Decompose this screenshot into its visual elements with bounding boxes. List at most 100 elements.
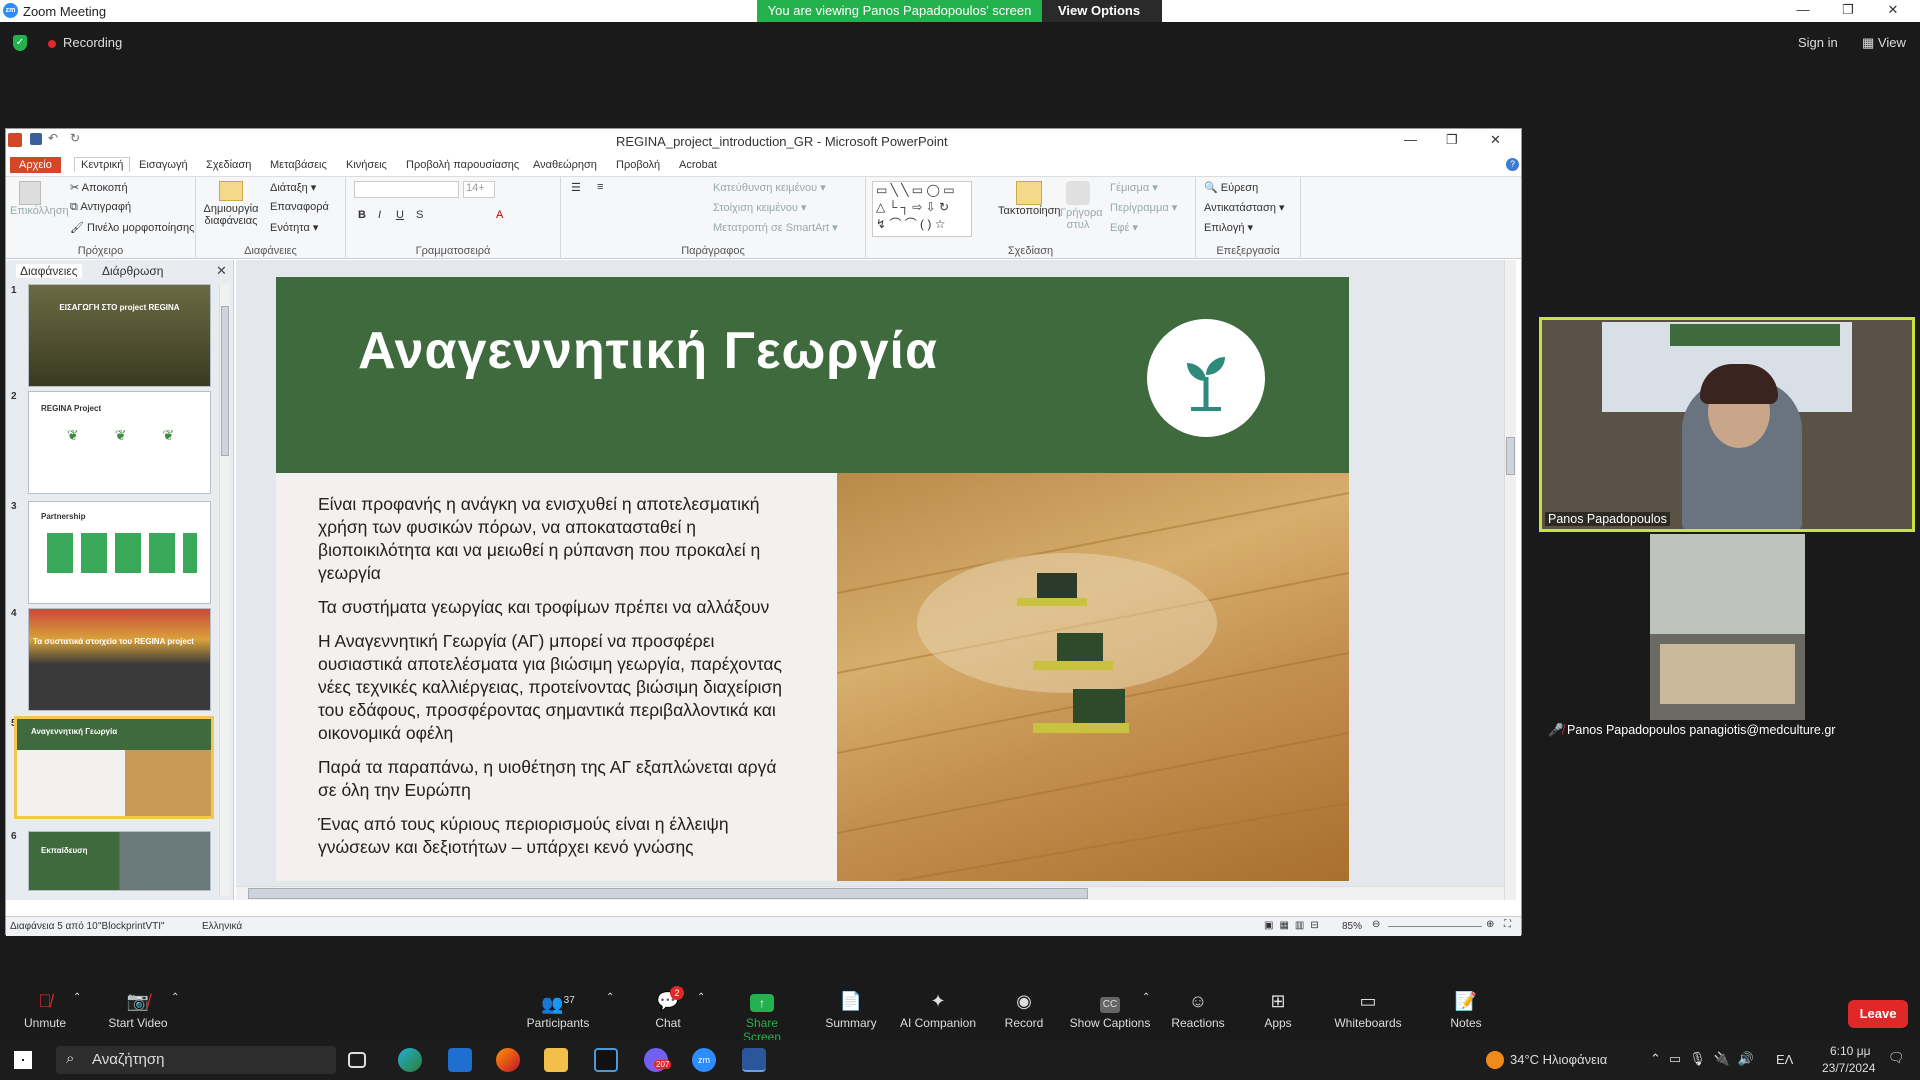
shapes-gallery[interactable]: ▭ ╲ ╲ ▭ ◯ ▭ △ └ ┐ ⇨ ⇩ ↻ ↯ ⌒ ⌒ ( ) ☆: [872, 181, 972, 237]
file-explorer-icon[interactable]: [544, 1048, 568, 1072]
apps-button[interactable]: ⊞ Apps: [1262, 990, 1294, 1030]
layout-button[interactable]: Διάταξη ▾: [270, 181, 316, 194]
shape-effects-button[interactable]: Εφέ ▾: [1110, 221, 1138, 234]
section-button[interactable]: Ενότητα ▾: [270, 221, 318, 234]
redo-icon[interactable]: ↻: [70, 131, 80, 145]
notification-icon[interactable]: 🗨: [1888, 1050, 1905, 1066]
start-video-button[interactable]: 📷̸ Start Video: [106, 990, 170, 1030]
unmute-button[interactable]: 🎙̸ Unmute: [20, 990, 70, 1030]
edge-browser-icon[interactable]: [398, 1048, 422, 1072]
tab-file[interactable]: Αρχείο: [10, 157, 61, 173]
slide-thumbnail-5[interactable]: Αναγεννητική Γεωργία: [14, 716, 214, 819]
font-color-button[interactable]: A: [496, 209, 503, 221]
current-slide[interactable]: Αναγεννητική Γεωργία Είναι προφανής η αν…: [276, 277, 1349, 881]
record-button[interactable]: ◉ Record: [1002, 990, 1046, 1030]
shape-fill-button[interactable]: Γέμισμα ▾: [1110, 181, 1158, 194]
summary-button[interactable]: 📄 Summary: [822, 990, 880, 1030]
view-buttons[interactable]: ▣▦▥⊟: [1264, 920, 1325, 931]
captions-options-caret[interactable]: ⌃: [1142, 992, 1150, 1003]
participant-video[interactable]: [1650, 534, 1805, 720]
slide-thumbnail-1[interactable]: ΕΙΣΑΓΩΓΗ ΣΤΟ project REGINA: [28, 284, 211, 387]
chat-button[interactable]: 💬 2 Chat: [650, 986, 686, 1030]
audio-options-caret[interactable]: ⌃: [73, 992, 81, 1003]
app-icon[interactable]: [594, 1048, 618, 1072]
tab-slides[interactable]: Διαφάνειες: [16, 264, 82, 278]
share-screen-button[interactable]: ↑ Share Screen: [726, 990, 798, 1044]
zoom-in-icon[interactable]: ⊕: [1486, 919, 1494, 930]
numbering-button[interactable]: ≡: [597, 181, 603, 193]
slide-horizontal-scrollbar[interactable]: [236, 886, 1504, 900]
view-options-button[interactable]: View Options ⌄: [1042, 0, 1162, 39]
ppt-minimize-icon[interactable]: —: [1404, 132, 1417, 147]
slide-thumbnail-6[interactable]: Εκπαίδευση: [28, 831, 211, 891]
recording-indicator[interactable]: Recording: [63, 35, 122, 50]
weather-icon[interactable]: [1486, 1051, 1504, 1069]
participants-options-caret[interactable]: ⌃: [606, 992, 614, 1003]
restore-icon[interactable]: ❐: [1834, 2, 1862, 20]
windows-start-icon[interactable]: [14, 1051, 32, 1069]
slide-thumbnail-4[interactable]: Τα συστατικά στοιχεία του REGINA project: [28, 608, 211, 711]
arrange-button[interactable]: Τακτοποίηση: [998, 181, 1061, 217]
show-captions-button[interactable]: CC Show Captions: [1068, 990, 1152, 1030]
whiteboards-button[interactable]: ▭ Whiteboards: [1330, 990, 1406, 1030]
close-panel-icon[interactable]: ✕: [216, 263, 227, 279]
tab-slideshow[interactable]: Προβολή παρουσίασης: [406, 159, 519, 171]
input-language[interactable]: ΕΛ: [1776, 1052, 1793, 1067]
smartart-button[interactable]: Μετατροπή σε SmartArt ▾: [713, 221, 838, 234]
zoom-slider[interactable]: [1388, 926, 1482, 927]
undo-icon[interactable]: ↶: [48, 131, 58, 145]
format-painter-button[interactable]: 🖌 Πινέλο μορφοποίησης: [70, 221, 194, 234]
tab-transitions[interactable]: Μεταβάσεις: [270, 159, 327, 171]
slide-vertical-scrollbar[interactable]: [1504, 260, 1516, 900]
font-size-select[interactable]: 14+: [463, 181, 495, 198]
mail-icon[interactable]: [448, 1048, 472, 1072]
shadow-button[interactable]: S: [416, 209, 423, 221]
tab-outline[interactable]: Διάρθρωση: [102, 264, 163, 278]
paste-button[interactable]: Επικόλληση: [10, 181, 69, 217]
ppt-restore-icon[interactable]: ❐: [1446, 132, 1458, 148]
shape-outline-button[interactable]: Περίγραμμα ▾: [1110, 201, 1177, 214]
view-button[interactable]: ▦ View: [1862, 35, 1906, 51]
weather-text[interactable]: 34°C Ηλιοφάνεια: [1510, 1052, 1607, 1067]
thumbnail-scroll-thumb[interactable]: [221, 306, 229, 456]
bold-button[interactable]: B: [358, 209, 366, 221]
reactions-button[interactable]: ☺ Reactions: [1170, 990, 1226, 1030]
leave-button[interactable]: Leave: [1848, 1000, 1908, 1028]
task-view-icon[interactable]: [348, 1052, 366, 1068]
copy-button[interactable]: ⧉ Αντιγραφή: [70, 201, 131, 214]
tab-insert[interactable]: Εισαγωγή: [139, 159, 188, 171]
powerpoint-app-icon[interactable]: [742, 1048, 766, 1072]
zoom-out-icon[interactable]: ⊖: [1372, 919, 1380, 930]
participants-button[interactable]: 👥37 Participants: [526, 990, 590, 1030]
new-slide-button[interactable]: Δημιουργία διαφάνειας: [202, 181, 260, 227]
slide-thumbnail-2[interactable]: REGINA Project ❦❦❦: [28, 391, 211, 494]
thumbnail-scrollbar[interactable]: [219, 284, 230, 896]
reset-button[interactable]: Επαναφορά: [270, 201, 329, 213]
find-button[interactable]: 🔍 Εύρεση: [1204, 181, 1258, 194]
active-speaker-video[interactable]: Panos Papadopoulos: [1539, 317, 1915, 532]
firefox-icon[interactable]: [496, 1048, 520, 1072]
zoom-level[interactable]: 85%: [1342, 921, 1362, 932]
fit-slide-icon[interactable]: ⛶: [1504, 919, 1511, 930]
bullets-button[interactable]: ☰: [571, 181, 581, 194]
text-direction-button[interactable]: Κατεύθυνση κειμένου ▾: [713, 181, 826, 194]
clock-date[interactable]: 23/7/2024: [1822, 1061, 1875, 1075]
zoom-app-icon[interactable]: zm: [692, 1048, 716, 1072]
ppt-close-icon[interactable]: ✕: [1490, 132, 1501, 148]
help-icon[interactable]: ?: [1506, 158, 1519, 171]
slide-title[interactable]: Αναγεννητική Γεωργία: [358, 321, 938, 381]
encryption-shield-icon[interactable]: ✓: [13, 35, 27, 51]
tab-acrobat[interactable]: Acrobat: [679, 159, 717, 171]
replace-button[interactable]: Αντικατάσταση ▾: [1204, 201, 1285, 214]
taskbar-search[interactable]: ⌕ Αναζήτηση: [56, 1046, 336, 1074]
slide-scroll-thumb[interactable]: [1506, 437, 1515, 475]
clock-time[interactable]: 6:10 μμ: [1830, 1044, 1871, 1058]
quick-styles-button[interactable]: Γρήγορα στυλ: [1060, 181, 1103, 231]
wheat-field-harvesters-image[interactable]: [836, 473, 1349, 881]
minimize-icon[interactable]: —: [1789, 2, 1817, 20]
tab-animations[interactable]: Κινήσεις: [346, 159, 387, 171]
sign-in-link[interactable]: Sign in: [1798, 35, 1838, 50]
tab-review[interactable]: Αναθεώρηση: [533, 159, 597, 171]
select-button[interactable]: Επιλογή ▾: [1204, 221, 1253, 234]
chat-options-caret[interactable]: ⌃: [697, 992, 705, 1003]
